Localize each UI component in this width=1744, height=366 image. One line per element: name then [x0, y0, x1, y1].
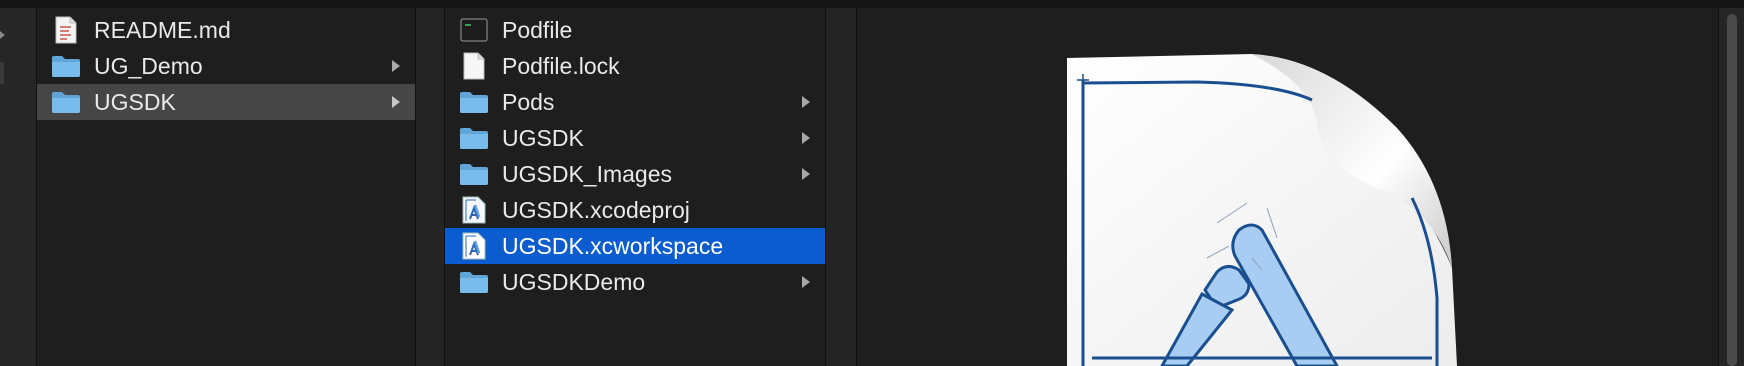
folder-icon	[458, 88, 490, 116]
disclosure-arrow-icon	[799, 131, 813, 145]
disclosure-arrow-icon	[799, 95, 813, 109]
list-item-selected[interactable]: UGSDK.xcworkspace	[445, 228, 825, 264]
document-icon	[50, 16, 82, 44]
scrollbar-thumb[interactable]	[1727, 14, 1737, 366]
xcode-project-icon	[458, 196, 490, 224]
list-item[interactable]: UGSDKDemo	[445, 264, 825, 300]
folder-icon	[458, 160, 490, 188]
disclosure-arrow-icon	[799, 167, 813, 181]
item-label: UGSDK_Images	[502, 160, 673, 187]
item-label: Podfile	[502, 16, 573, 43]
blank-document-icon	[458, 52, 490, 80]
list-item[interactable]: UGSDK	[37, 84, 415, 120]
item-label: UGSDK.xcodeproj	[502, 196, 690, 223]
item-label: Podfile.lock	[502, 52, 620, 79]
xcode-workspace-preview-icon	[1067, 54, 1457, 366]
item-label: UGSDKDemo	[502, 268, 646, 295]
item-label: Pods	[502, 88, 555, 115]
list-item[interactable]: UGSDK_Images	[445, 156, 825, 192]
column-divider-1[interactable]	[416, 8, 445, 366]
list-item[interactable]: Pods	[445, 84, 825, 120]
folder-icon	[458, 268, 490, 296]
item-label: README.md	[94, 16, 231, 43]
item-label: UGSDK	[94, 88, 176, 115]
disclosure-arrow-icon	[799, 275, 813, 289]
column-divider-2[interactable]	[826, 8, 857, 366]
preview-pane	[857, 8, 1718, 366]
list-item[interactable]: Podfile	[445, 12, 825, 48]
folder-icon	[458, 124, 490, 152]
item-label: UG_Demo	[94, 52, 203, 79]
xcode-workspace-icon	[458, 232, 490, 260]
list-item[interactable]: UGSDK.xcodeproj	[445, 192, 825, 228]
item-label: UGSDK	[502, 124, 584, 151]
folder-icon	[50, 52, 82, 80]
disclosure-arrow-icon	[389, 95, 403, 109]
terminal-icon	[458, 16, 490, 44]
folder-icon	[50, 88, 82, 116]
item-label: UGSDK.xcworkspace	[502, 232, 724, 259]
disclosure-arrow-icon	[389, 59, 403, 73]
list-item[interactable]: UGSDK	[445, 120, 825, 156]
left-scroll-strip	[0, 8, 37, 366]
list-item[interactable]: README.md	[37, 12, 415, 48]
list-item[interactable]: Podfile.lock	[445, 48, 825, 84]
list-item[interactable]: UG_Demo	[37, 48, 415, 84]
strip-arrow-icon	[0, 28, 5, 40]
strip-indicator	[0, 62, 4, 84]
